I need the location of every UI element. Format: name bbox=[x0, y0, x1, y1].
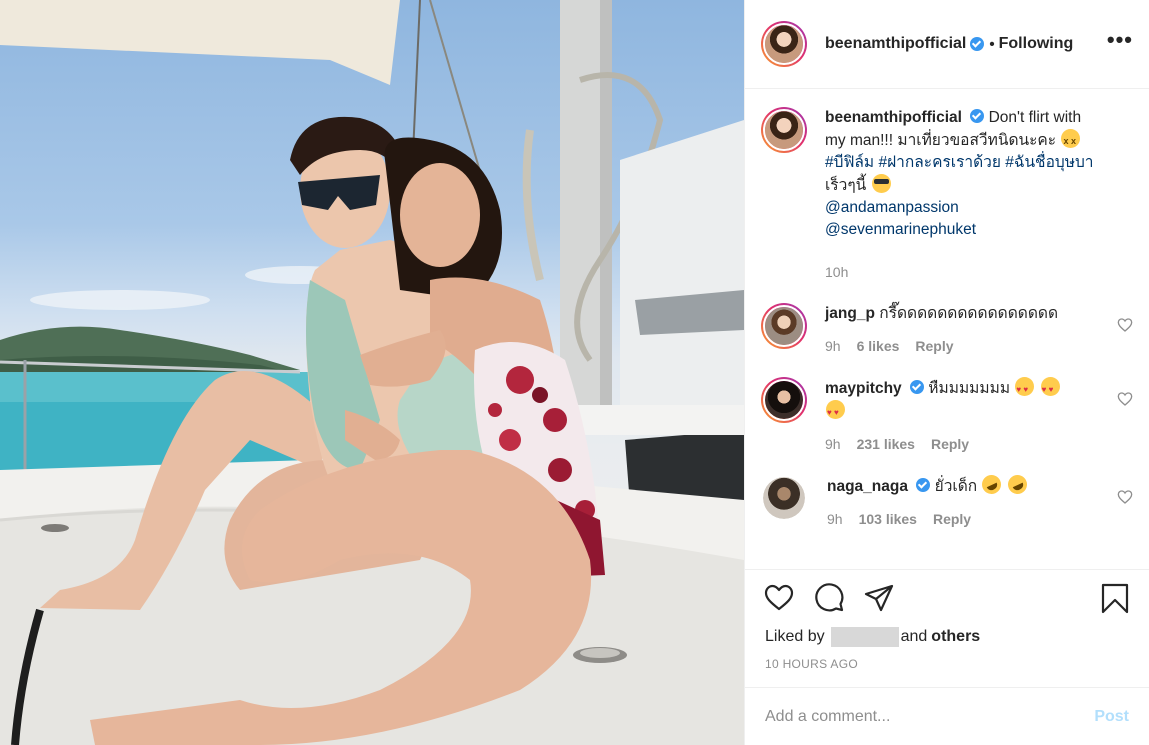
comment-text: หืมมมมมมม bbox=[928, 380, 1011, 397]
avatar-image bbox=[765, 307, 803, 345]
comment-text: กรี๊ดดดดดดดดดดดดดดดด bbox=[879, 305, 1059, 322]
verified-badge-icon bbox=[970, 109, 985, 123]
rofl-emoji-icon bbox=[979, 471, 1005, 498]
instagram-post: beenamthipofficial • Following ••• beena… bbox=[0, 0, 1149, 745]
post-side-panel: beenamthipofficial • Following ••• beena… bbox=[744, 0, 1149, 745]
avatar-image bbox=[763, 477, 805, 519]
reply-button[interactable]: Reply bbox=[915, 335, 953, 357]
comment-time[interactable]: 9h bbox=[825, 335, 841, 357]
verified-badge-icon bbox=[970, 37, 985, 51]
comment-username[interactable]: naga_naga bbox=[827, 478, 908, 495]
share-button[interactable] bbox=[863, 582, 895, 614]
comment-item: maypitchy หืมมมมมมม 9h 231 likes Reply bbox=[761, 377, 1133, 455]
action-bar bbox=[745, 569, 1149, 625]
comment-meta: 9h 231 likes Reply bbox=[825, 433, 1105, 455]
following-button[interactable]: Following bbox=[999, 35, 1074, 53]
caption: beenamthipofficial Don't flirt with my m… bbox=[761, 107, 1133, 283]
caption-body: beenamthipofficial Don't flirt with my m… bbox=[825, 107, 1105, 283]
caption-text-2: เร็วๆนี้ bbox=[825, 177, 867, 194]
heart-icon bbox=[764, 584, 794, 610]
comment-likes[interactable]: 6 likes bbox=[857, 335, 900, 357]
redacted-username bbox=[830, 627, 899, 647]
reply-button[interactable]: Reply bbox=[931, 433, 969, 455]
avatar-image bbox=[765, 25, 803, 63]
post-timestamp[interactable]: 10 HOURS AGO bbox=[745, 649, 1149, 685]
comment-body: naga_naga ยั่วเด็ก 9h 103 likes Reply bbox=[827, 471, 1107, 530]
comment-item: jang_p กรี๊ดดดดดดดดดดดดดดดด 9h 6 likes R… bbox=[761, 303, 1133, 357]
heart-eyes-emoji-icon bbox=[1015, 377, 1035, 401]
caption-username[interactable]: beenamthipofficial bbox=[825, 109, 962, 126]
mention-link[interactable]: @sevenmarinephuket bbox=[825, 221, 976, 238]
comment-body: maypitchy หืมมมมมมม 9h 231 likes Reply bbox=[825, 377, 1105, 455]
hashtag-link[interactable]: #ฝากละครเราด้วย bbox=[878, 154, 1001, 171]
comment-like-heart-icon[interactable] bbox=[1117, 391, 1133, 407]
caption-avatar[interactable] bbox=[761, 107, 807, 153]
comment-meta: 9h 6 likes Reply bbox=[825, 335, 1105, 357]
comments-list[interactable]: beenamthipofficial Don't flirt with my m… bbox=[745, 89, 1149, 569]
comment-avatar[interactable] bbox=[761, 303, 807, 349]
post-comment-button[interactable]: Post bbox=[1094, 708, 1129, 726]
comment-likes[interactable]: 231 likes bbox=[857, 433, 915, 455]
add-comment-input[interactable] bbox=[765, 707, 1085, 726]
liked-by-others-link[interactable]: others bbox=[931, 628, 980, 646]
mention-link[interactable]: @andamanpassion bbox=[825, 199, 959, 216]
save-button[interactable] bbox=[1099, 582, 1131, 614]
photo-illustration bbox=[0, 0, 744, 745]
comment-avatar[interactable] bbox=[761, 377, 807, 423]
verified-badge-icon bbox=[916, 478, 931, 492]
liked-by-prefix: Liked by bbox=[765, 628, 825, 645]
add-comment-bar: Post bbox=[745, 687, 1149, 745]
comment-avatar[interactable] bbox=[763, 477, 805, 519]
comment-username[interactable]: jang_p bbox=[825, 305, 875, 322]
caption-time[interactable]: 10h bbox=[825, 261, 848, 283]
squinting-tongue-emoji-icon bbox=[1061, 129, 1081, 152]
caption-meta: 10h bbox=[825, 261, 1105, 283]
header-separator: • bbox=[989, 35, 995, 53]
comment-username[interactable]: maypitchy bbox=[825, 380, 902, 397]
post-header: beenamthipofficial • Following ••• bbox=[745, 0, 1149, 89]
header-username[interactable]: beenamthipofficial bbox=[825, 35, 966, 53]
verified-badge-icon bbox=[909, 380, 924, 394]
comment-like-heart-icon[interactable] bbox=[1117, 489, 1133, 505]
like-button[interactable] bbox=[763, 582, 795, 614]
avatar-image bbox=[765, 381, 803, 419]
avatar-image bbox=[765, 111, 803, 149]
paper-plane-icon bbox=[864, 584, 894, 611]
heart-eyes-emoji-icon bbox=[826, 400, 845, 424]
header-avatar[interactable] bbox=[761, 21, 807, 67]
comment-body: jang_p กรี๊ดดดดดดดดดดดดดดดด 9h 6 likes R… bbox=[825, 303, 1105, 357]
hashtag-link[interactable]: #บีฟิล์ม bbox=[825, 154, 874, 171]
heart-eyes-emoji-icon bbox=[1040, 377, 1060, 401]
comment-icon bbox=[815, 582, 844, 611]
likes-summary: Liked by and others bbox=[745, 625, 1149, 649]
sunglasses-emoji-icon bbox=[871, 174, 891, 193]
hashtag-link[interactable]: #ฉันชื่อบุษบา bbox=[1005, 154, 1093, 171]
comment-text: ยั่วเด็ก bbox=[934, 478, 978, 495]
comment-button[interactable] bbox=[813, 582, 845, 614]
comment-like-heart-icon[interactable] bbox=[1117, 317, 1133, 333]
rofl-emoji-icon bbox=[1004, 471, 1030, 498]
comment-meta: 9h 103 likes Reply bbox=[827, 508, 1107, 530]
comment-item: naga_naga ยั่วเด็ก 9h 103 likes Reply bbox=[761, 471, 1133, 530]
comment-likes[interactable]: 103 likes bbox=[859, 508, 917, 530]
post-photo[interactable] bbox=[0, 0, 744, 745]
liked-by-and: and bbox=[900, 628, 928, 645]
comment-time[interactable]: 9h bbox=[827, 508, 843, 530]
bookmark-icon bbox=[1101, 583, 1129, 613]
reply-button[interactable]: Reply bbox=[933, 508, 971, 530]
more-options-icon[interactable]: ••• bbox=[1107, 29, 1133, 59]
comment-time[interactable]: 9h bbox=[825, 433, 841, 455]
